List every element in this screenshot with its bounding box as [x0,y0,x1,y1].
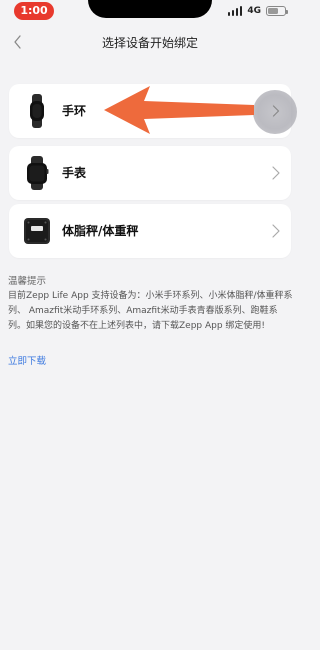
page-title: 选择设备开始绑定 [101,36,198,50]
download-link[interactable]: 立即下载 [8,353,46,367]
signal-icon [227,6,243,16]
status-time: 1:00 [14,2,54,20]
chevron-right-icon [272,224,280,238]
status-bar: 1:00 4G [0,0,300,22]
nav-bar: 选择设备开始绑定 [0,22,300,62]
watch-icon [22,156,52,190]
battery-fill [268,8,278,14]
scale-icon [22,214,52,248]
tips-title: 温馨提示 [8,276,47,287]
chevron-right-icon [272,104,280,118]
tips-body: 目前Zepp Life App 支持设备为：小米手环系列、小米体脂秤/体重秤系列… [8,291,293,331]
device-option-label: 手环 [62,104,87,118]
chevron-right-icon [272,166,280,180]
device-option-scale[interactable]: 体脂秤/体重秤 [9,204,291,258]
network-label: 4G [247,6,261,16]
notch [88,0,212,18]
device-option-label: 体脂秤/体重秤 [62,224,139,238]
battery-icon [266,6,288,16]
band-icon [22,94,52,128]
device-option-band[interactable]: 手环 [9,84,291,138]
device-option-watch[interactable]: 手表 [9,146,291,200]
device-option-label: 手表 [62,166,87,180]
status-indicators: 4G [227,5,288,17]
